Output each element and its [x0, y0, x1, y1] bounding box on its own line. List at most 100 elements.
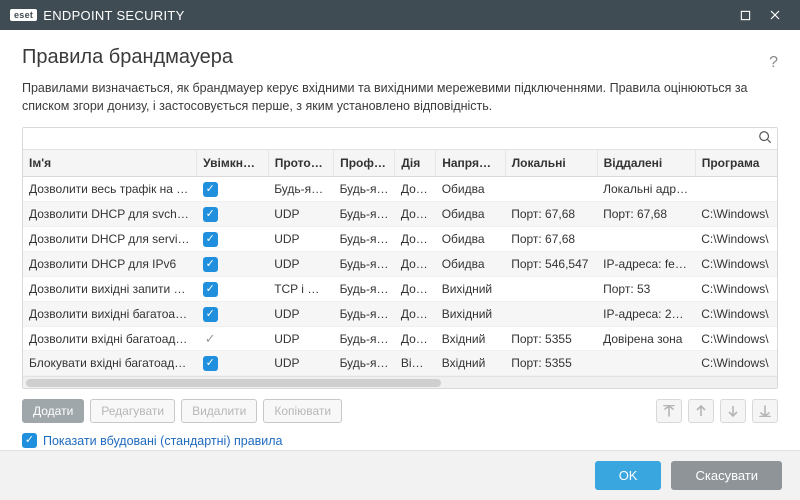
col-protocol[interactable]: Протокол	[268, 150, 333, 177]
rules-table: Ім'я Увімкнено Протокол Профіль Дія Напр…	[23, 150, 777, 376]
col-name[interactable]: Ім'я	[23, 150, 197, 177]
cell-action: До…	[395, 177, 436, 202]
cell-remote	[597, 351, 695, 376]
search-icon[interactable]	[758, 130, 772, 147]
brand-badge: eset	[10, 9, 37, 21]
table-row[interactable]: Дозволити DHCP для svcho…UDPБудь-як…До…О…	[23, 202, 777, 227]
cell-enabled[interactable]	[197, 277, 269, 302]
cell-name: Дозволити DHCP для IPv6	[23, 252, 197, 277]
move-bottom-button[interactable]	[752, 399, 778, 423]
cell-enabled[interactable]	[197, 202, 269, 227]
page-description: Правилами визначається, як брандмауер ке…	[22, 79, 778, 115]
enabled-checkbox-icon	[203, 356, 218, 371]
title-bar: eset ENDPOINT SECURITY	[0, 0, 800, 30]
cell-direction: Обидва	[436, 202, 505, 227]
cell-enabled[interactable]	[197, 327, 269, 351]
col-remote[interactable]: Віддалені	[597, 150, 695, 177]
table-row[interactable]: Блокувати вхідні багатоадр…UDPБудь-як…Ві…	[23, 351, 777, 376]
cell-name: Дозволити вихідні багатоад…	[23, 302, 197, 327]
cell-app: C:\Windows\	[695, 277, 777, 302]
col-action[interactable]: Дія	[395, 150, 436, 177]
cell-direction: Вихідний	[436, 302, 505, 327]
move-top-button[interactable]	[656, 399, 682, 423]
edit-button[interactable]: Редагувати	[90, 399, 175, 423]
cell-direction: Обидва	[436, 252, 505, 277]
window-close-button[interactable]	[760, 0, 790, 30]
col-direction[interactable]: Напрямок	[436, 150, 505, 177]
enabled-checkbox-icon	[203, 182, 218, 197]
cell-profile: Будь-як…	[334, 302, 395, 327]
show-builtin-checkbox[interactable]: Показати вбудовані (стандартні) правила	[22, 433, 778, 448]
col-profile[interactable]: Профіль	[334, 150, 395, 177]
cell-app	[695, 177, 777, 202]
cell-direction: Вхідний	[436, 327, 505, 351]
cell-local: Порт: 67,68	[505, 202, 597, 227]
cancel-button[interactable]: Скасувати	[671, 461, 782, 490]
cell-protocol: UDP	[268, 351, 333, 376]
enabled-checkbox-icon	[203, 232, 218, 247]
cell-name: Блокувати вхідні багатоадр…	[23, 351, 197, 376]
enabled-checkbox-icon	[203, 207, 218, 222]
action-button-row: Додати Редагувати Видалити Копіювати	[22, 399, 778, 423]
cell-protocol: Будь-який	[268, 177, 333, 202]
cell-remote	[597, 227, 695, 252]
cell-remote: IP-адреса: fe…	[597, 252, 695, 277]
cell-profile: Будь-як…	[334, 351, 395, 376]
enabled-checkbox-icon	[203, 307, 218, 322]
table-row[interactable]: Дозволити DHCP для servic…UDPБудь-як…До……	[23, 227, 777, 252]
cell-remote: Локальні адре…	[597, 177, 695, 202]
enabled-checkbox-icon	[203, 257, 218, 272]
table-row[interactable]: Дозволити вхідні багатоадр…UDPБудь-як…До…	[23, 327, 777, 351]
cell-direction: Вихідний	[436, 277, 505, 302]
move-down-button[interactable]	[720, 399, 746, 423]
cell-protocol: UDP	[268, 252, 333, 277]
table-row[interactable]: Дозволити вихідні запити D…TCP і UDPБудь…	[23, 277, 777, 302]
col-app[interactable]: Програма	[695, 150, 777, 177]
cell-local: Порт: 546,547	[505, 252, 597, 277]
rules-table-container: Ім'я Увімкнено Протокол Профіль Дія Напр…	[22, 127, 778, 389]
cell-action: До…	[395, 302, 436, 327]
horizontal-scrollbar-thumb[interactable]	[26, 379, 441, 387]
table-row[interactable]: Дозволити DHCP для IPv6UDPБудь-як…До…Оби…	[23, 252, 777, 277]
cell-app: C:\Windows\	[695, 252, 777, 277]
cell-name: Дозволити вихідні запити D…	[23, 277, 197, 302]
cell-remote: Порт: 67,68	[597, 202, 695, 227]
copy-button[interactable]: Копіювати	[263, 399, 342, 423]
cell-enabled[interactable]	[197, 302, 269, 327]
table-search-bar	[23, 128, 777, 150]
cell-action: До…	[395, 327, 436, 351]
window-maximize-button[interactable]	[730, 0, 760, 30]
cell-direction: Обидва	[436, 177, 505, 202]
cell-app: C:\Windows\	[695, 302, 777, 327]
cell-action: До…	[395, 227, 436, 252]
enabled-checkbox-icon	[203, 331, 218, 346]
cell-profile: Будь-як…	[334, 277, 395, 302]
delete-button[interactable]: Видалити	[181, 399, 257, 423]
col-local[interactable]: Локальні	[505, 150, 597, 177]
cell-profile: Будь-як…	[334, 327, 395, 351]
add-button[interactable]: Додати	[22, 399, 84, 423]
cell-local	[505, 302, 597, 327]
cell-name: Дозволити DHCP для servic…	[23, 227, 197, 252]
cell-enabled[interactable]	[197, 227, 269, 252]
cell-app: C:\Windows\	[695, 202, 777, 227]
cell-protocol: UDP	[268, 327, 333, 351]
cell-profile: Будь-як…	[334, 177, 395, 202]
cell-direction: Вхідний	[436, 351, 505, 376]
table-row[interactable]: Дозволити весь трафік на к…Будь-якийБудь…	[23, 177, 777, 202]
cell-app: C:\Windows\	[695, 351, 777, 376]
cell-profile: Будь-як…	[334, 202, 395, 227]
move-up-button[interactable]	[688, 399, 714, 423]
col-enabled[interactable]: Увімкнено	[197, 150, 269, 177]
help-icon[interactable]: ?	[769, 54, 778, 72]
cell-enabled[interactable]	[197, 177, 269, 202]
horizontal-scrollbar-track[interactable]	[23, 376, 777, 388]
cell-local: Порт: 67,68	[505, 227, 597, 252]
ok-button[interactable]: OK	[595, 461, 662, 490]
cell-enabled[interactable]	[197, 252, 269, 277]
cell-profile: Будь-як…	[334, 227, 395, 252]
table-row[interactable]: Дозволити вихідні багатоад…UDPБудь-як…До…	[23, 302, 777, 327]
dialog-footer: OK Скасувати	[0, 450, 800, 500]
cell-profile: Будь-як…	[334, 252, 395, 277]
cell-enabled[interactable]	[197, 351, 269, 376]
